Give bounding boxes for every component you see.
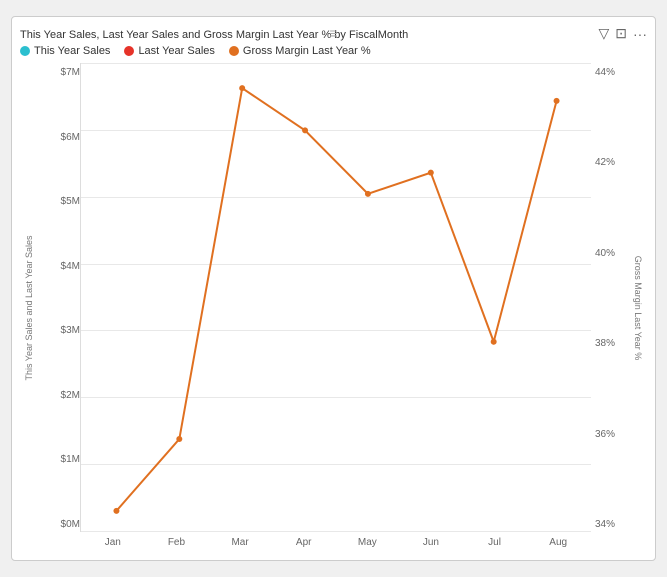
y-axis-right: 44% 42% 40% 38% 36% 34%	[591, 63, 629, 552]
y-right-tick: 40%	[595, 248, 615, 259]
bar-group[interactable]	[403, 67, 461, 531]
x-label: Feb	[148, 532, 206, 552]
y-right-tick: 44%	[595, 67, 615, 78]
grid-line	[81, 531, 591, 532]
bar-group[interactable]	[276, 67, 334, 531]
chart-inner: Jan FebMar Apr MayJun JulAug	[80, 63, 591, 552]
chart-card: ≡ ▽ ⊡ ··· This Year Sales, Last Year Sal…	[11, 16, 656, 561]
x-labels: Jan FebMar Apr MayJun JulAug	[80, 532, 591, 552]
x-label: Apr	[275, 532, 333, 552]
y-right-tick: 34%	[595, 519, 615, 530]
x-label: Jul	[466, 532, 524, 552]
y-axis-left: $7M $6M $5M $4M $3M $2M $1M $0M	[38, 63, 80, 552]
legend: This Year Sales Last Year Sales Gross Marg…	[20, 45, 647, 57]
legend-label: Last Year Sales	[138, 45, 214, 57]
y-right-tick: 38%	[595, 338, 615, 349]
y-left-tick: $4M	[61, 261, 80, 272]
bar-group[interactable]	[339, 67, 397, 531]
bar-group[interactable]	[212, 67, 270, 531]
y-right-tick: 36%	[595, 429, 615, 440]
legend-item: Gross Margin Last Year %	[229, 45, 371, 57]
bar-group[interactable]	[530, 67, 588, 531]
y-left-tick: $7M	[61, 67, 80, 78]
y-left-tick: $0M	[61, 519, 80, 530]
y-left-tick: $3M	[61, 325, 80, 336]
legend-item: This Year Sales	[20, 45, 110, 57]
top-icons: ▽ ⊡ ···	[598, 25, 647, 42]
legend-label: Gross Margin Last Year %	[243, 45, 371, 57]
more-icon[interactable]: ···	[633, 26, 647, 42]
bar-group[interactable]	[149, 67, 207, 531]
bars-container	[81, 63, 591, 531]
filter-icon[interactable]: ▽	[598, 25, 609, 42]
legend-label: This Year Sales	[34, 45, 110, 57]
y-axis-right-label: Gross Margin Last Year %	[633, 255, 643, 360]
bar-group[interactable]	[85, 67, 143, 531]
x-label: Aug	[529, 532, 587, 552]
bar-group[interactable]	[466, 67, 524, 531]
y-right-tick: 42%	[595, 157, 615, 168]
x-label: Mar	[211, 532, 269, 552]
y-left-tick: $1M	[61, 454, 80, 465]
x-label: Jan	[84, 532, 142, 552]
y-left-tick: $5M	[61, 196, 80, 207]
drag-handle[interactable]: ≡	[329, 25, 337, 41]
x-label: May	[339, 532, 397, 552]
x-label: Jun	[402, 532, 460, 552]
legend-item: Last Year Sales	[124, 45, 214, 57]
y-left-tick: $6M	[61, 132, 80, 143]
legend-dot	[229, 46, 239, 56]
chart-area: This Year Sales and Last Year Sales $7M$…	[20, 63, 647, 552]
legend-dot	[20, 46, 30, 56]
y-axis-left-label: This Year Sales and Last Year Sales	[24, 235, 34, 380]
legend-dot	[124, 46, 134, 56]
chart-plot	[80, 63, 591, 532]
focus-icon[interactable]: ⊡	[615, 25, 627, 42]
y-left-tick: $2M	[61, 390, 80, 401]
